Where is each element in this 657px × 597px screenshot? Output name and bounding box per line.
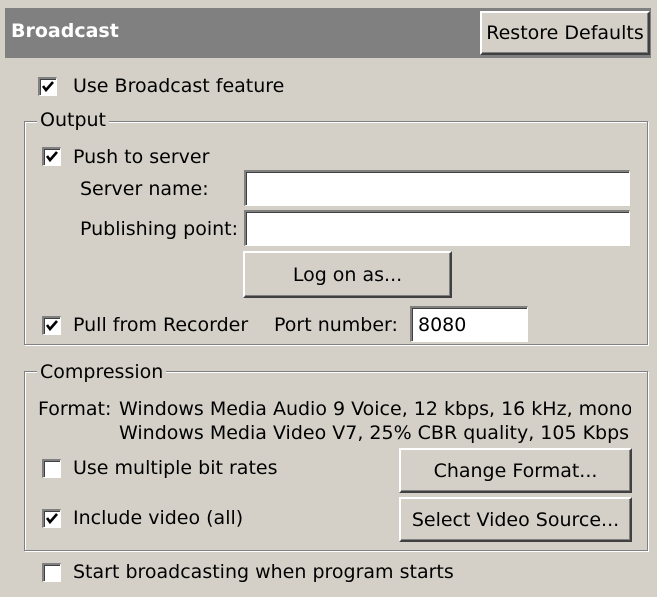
audio-format-text: Windows Media Audio 9 Voice, 12 kbps, 16… (119, 398, 631, 424)
checkbox-box[interactable] (38, 77, 57, 96)
log-on-as-button[interactable]: Log on as... (243, 251, 452, 298)
multiple-bitrates-label: Use multiple bit rates (73, 457, 278, 479)
include-video-label: Include video (all) (73, 507, 244, 529)
push-to-server-label: Push to server (73, 146, 210, 168)
restore-defaults-button[interactable]: Restore Defaults (480, 11, 650, 55)
checkbox-box[interactable] (42, 459, 61, 478)
checkbox-box[interactable] (42, 147, 61, 166)
checkbox-box[interactable] (42, 563, 61, 582)
panel-title: Broadcast (11, 20, 119, 42)
publishing-point-label: Publishing point: (80, 218, 239, 240)
checkmark-icon (45, 513, 58, 525)
server-name-input[interactable] (244, 170, 630, 206)
log-on-as-label: Log on as... (292, 263, 403, 286)
video-format-text: Windows Media Video V7, 25% CBR quality,… (119, 422, 631, 448)
select-video-source-label: Select Video Source... (411, 508, 620, 531)
checkbox-box[interactable] (42, 509, 61, 528)
audio-format-value: Windows Media Audio 9 Voice, 12 kbps, 16… (119, 398, 631, 420)
checkmark-icon (41, 81, 54, 93)
checkmark-icon (45, 151, 58, 163)
start-broadcasting-label: Start broadcasting when program starts (73, 561, 454, 583)
server-name-label: Server name: (80, 178, 209, 200)
checkmark-icon (45, 320, 58, 332)
compression-legend: Compression (37, 361, 167, 383)
broadcast-panel: Broadcast Restore Defaults Use Broadcast… (0, 0, 657, 597)
output-legend: Output (37, 109, 109, 131)
change-format-button[interactable]: Change Format... (399, 448, 632, 493)
publishing-point-input[interactable] (244, 210, 630, 246)
select-video-source-button[interactable]: Select Video Source... (399, 497, 632, 542)
checkbox-box[interactable] (42, 316, 61, 335)
video-format-value: Windows Media Video V7, 25% CBR quality,… (119, 422, 630, 444)
restore-defaults-label: Restore Defaults (486, 22, 644, 44)
port-number-label: Port number: (274, 314, 398, 336)
change-format-label: Change Format... (433, 459, 598, 482)
use-broadcast-label: Use Broadcast feature (73, 75, 285, 97)
format-label: Format: (38, 398, 112, 420)
port-number-input[interactable] (410, 306, 528, 342)
pull-from-recorder-label: Pull from Recorder (73, 314, 249, 336)
